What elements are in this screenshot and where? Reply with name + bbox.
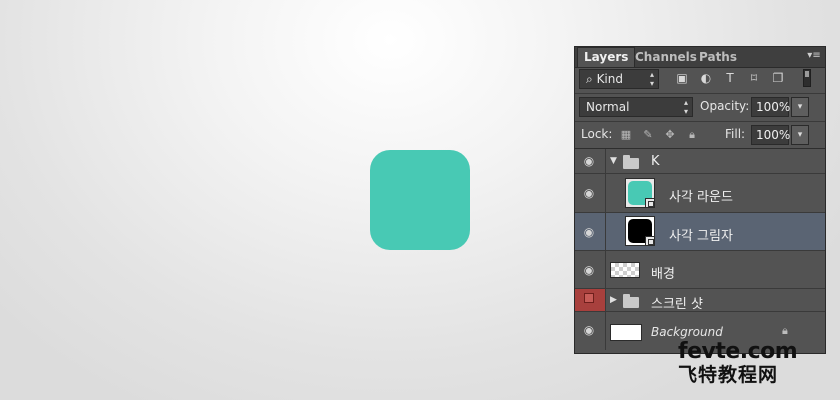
pixel-filter-icon[interactable]: ▣: [675, 71, 689, 85]
layer-name: Background: [651, 325, 723, 339]
expanded-triangle-icon[interactable]: ▼: [610, 156, 617, 166]
lock-transparent-icon[interactable]: ▦: [619, 128, 633, 142]
search-icon: ⌕: [586, 72, 593, 86]
layer-thumbnail: [610, 262, 640, 278]
eye-icon[interactable]: ◉: [580, 184, 598, 202]
layer-thumbnail: [625, 216, 655, 246]
layer-row-group-screenshot[interactable]: ▶ 스크린 샷: [575, 289, 825, 312]
opacity-dropdown-icon[interactable]: ▾: [791, 97, 809, 117]
lock-all-icon[interactable]: 🔒︎: [685, 128, 699, 142]
watermark-line1: fevte.com: [678, 339, 798, 364]
layer-name: 사각 라운드: [669, 190, 733, 205]
blend-mode-value: Normal: [586, 100, 630, 114]
fill-label: Fill:: [725, 127, 746, 141]
layer-name: 사각 그림자: [669, 229, 733, 244]
divider: [605, 174, 606, 212]
watermark-line2: 飞特教程网: [678, 364, 779, 386]
folder-icon: [623, 294, 639, 308]
filter-kind-label: Kind: [596, 72, 623, 86]
shape-layer-icon: [645, 198, 655, 208]
layer-row-rounded-square[interactable]: ◉ 사각 라운드: [575, 174, 825, 213]
divider: [605, 312, 606, 350]
shape-filter-icon[interactable]: ⌑: [747, 71, 761, 85]
tab-layers[interactable]: Layers: [577, 47, 636, 67]
separator: [575, 93, 825, 94]
visibility-off-box[interactable]: [575, 289, 605, 311]
layer-thumbnail: [625, 178, 655, 208]
divider: [605, 251, 606, 288]
opacity-input[interactable]: 100%: [751, 97, 790, 117]
lock-position-icon[interactable]: ✥: [663, 128, 677, 142]
eye-icon[interactable]: ◉: [580, 223, 598, 241]
layers-panel: Layers Channels Paths ▾≡ ⌕ Kind ▴ ▾ ▣ ◐ T…: [574, 46, 826, 354]
canvas-rounded-square: [370, 150, 470, 250]
eye-icon[interactable]: ◉: [580, 321, 598, 339]
separator: [575, 121, 825, 122]
type-filter-icon[interactable]: T: [723, 71, 737, 85]
panel-menu-icon[interactable]: ▾≡: [807, 50, 821, 62]
layer-thumbnail: [610, 324, 642, 341]
layer-name: K: [651, 154, 660, 169]
opacity-label: Opacity:: [700, 99, 750, 113]
updown-arrows-icon: ▴ ▾: [683, 98, 688, 116]
layer-name: 스크린 샷: [651, 297, 703, 312]
shape-layer-icon: [645, 236, 655, 246]
fill-input[interactable]: 100%: [751, 125, 790, 145]
layer-row-group-k[interactable]: ◉ ▼ K: [575, 149, 825, 174]
divider: [605, 149, 606, 173]
lock-label: Lock:: [581, 127, 613, 141]
visibility-square: [584, 293, 594, 303]
tab-channels[interactable]: Channels: [629, 48, 703, 67]
lock-image-icon[interactable]: ✎: [641, 128, 655, 142]
layer-name: 배경: [651, 267, 675, 282]
collapsed-triangle-icon[interactable]: ▶: [610, 295, 617, 305]
layer-row-background-pixel[interactable]: ◉ 배경: [575, 251, 825, 289]
eye-icon[interactable]: ◉: [580, 261, 598, 279]
watermark: fevte.com 飞特教程网: [678, 339, 838, 387]
updown-arrows-icon: ▴ ▾: [649, 70, 654, 88]
fill-dropdown-icon[interactable]: ▾: [791, 125, 809, 145]
lock-icon: 🔒︎: [782, 324, 788, 337]
divider: [605, 213, 606, 250]
filter-kind-select[interactable]: ⌕ Kind ▴ ▾: [579, 69, 659, 89]
filter-toggle[interactable]: [803, 69, 811, 87]
smart-object-filter-icon[interactable]: ❐: [771, 71, 785, 85]
blend-mode-select[interactable]: Normal ▴ ▾: [579, 97, 693, 117]
folder-icon: [623, 155, 639, 169]
tab-paths[interactable]: Paths: [693, 48, 743, 67]
eye-icon[interactable]: ◉: [580, 152, 598, 170]
panel-tabbar: Layers Channels Paths ▾≡: [575, 47, 825, 68]
divider: [605, 289, 606, 311]
layer-row-square-shadow[interactable]: ◉ 사각 그림자: [575, 213, 825, 251]
adjustment-filter-icon[interactable]: ◐: [699, 71, 713, 85]
